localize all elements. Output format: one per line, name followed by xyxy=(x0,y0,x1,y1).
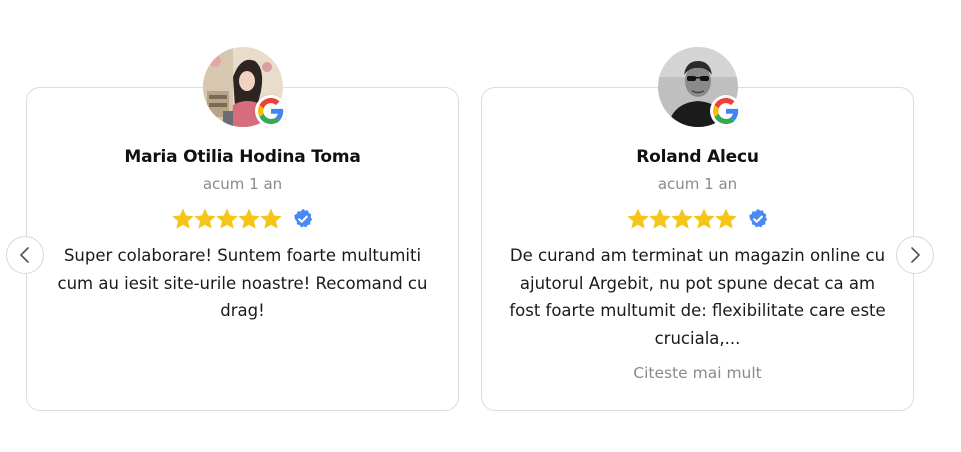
reviewer-avatar xyxy=(658,47,742,127)
review-card: Roland Alecu acum 1 an De curand am term… xyxy=(481,87,914,411)
carousel-next-button[interactable] xyxy=(896,236,934,274)
carousel-prev-button[interactable] xyxy=(6,236,44,274)
reviewer-name: Maria Otilia Hodina Toma xyxy=(124,147,361,167)
reviewer-avatar xyxy=(203,47,287,127)
review-text: De curand am terminat un magazin online … xyxy=(509,246,886,348)
star-rating xyxy=(27,207,458,231)
reviewer-name: Roland Alecu xyxy=(636,147,759,167)
chevron-right-icon xyxy=(911,247,920,263)
review-date: acum 1 an xyxy=(657,175,738,193)
star-icon xyxy=(193,208,216,229)
star-icon xyxy=(670,208,693,229)
review-date: acum 1 an xyxy=(202,175,283,193)
star-icon xyxy=(171,208,194,229)
verified-badge-icon xyxy=(748,208,767,228)
star-icon xyxy=(259,208,282,229)
verified-badge-icon xyxy=(293,208,312,228)
star-icon xyxy=(714,208,737,229)
reviews-carousel: Maria Otilia Hodina Toma acum 1 an Super… xyxy=(0,0,961,452)
star-icon xyxy=(648,208,671,229)
review-text: Super colaborare! Suntem foarte multumit… xyxy=(57,246,428,320)
star-icon xyxy=(237,208,260,229)
star-icon xyxy=(215,208,238,229)
star-icon xyxy=(692,208,715,229)
star-rating xyxy=(482,207,913,231)
read-more-link[interactable]: Citeste mai mult xyxy=(482,364,913,382)
google-icon xyxy=(255,95,287,127)
review-card: Maria Otilia Hodina Toma acum 1 an Super… xyxy=(26,87,459,411)
chevron-left-icon xyxy=(20,247,29,263)
star-icon xyxy=(626,208,649,229)
google-icon xyxy=(710,95,742,127)
